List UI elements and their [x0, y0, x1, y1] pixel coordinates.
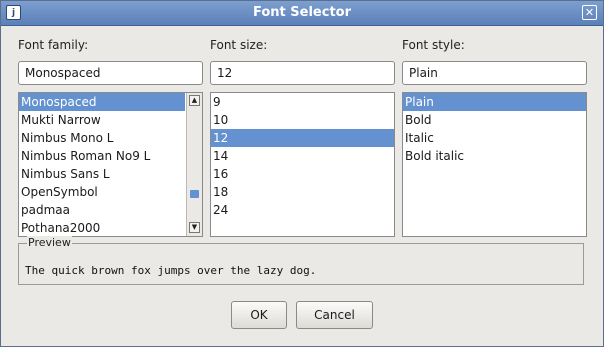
font-size-item[interactable]: 9 [211, 93, 394, 111]
scroll-thumb[interactable] [190, 190, 199, 198]
cancel-button[interactable]: Cancel [296, 301, 373, 329]
preview-text: The quick brown fox jumps over the lazy … [25, 264, 317, 277]
font-family-item[interactable]: Mukti Narrow [19, 111, 185, 129]
font-family-label: Font family: [18, 38, 89, 52]
close-icon[interactable]: ✕ [582, 5, 597, 20]
font-family-field[interactable]: Monospaced [18, 61, 203, 85]
font-family-item[interactable]: OpenSymbol [19, 183, 185, 201]
font-family-item[interactable]: Nimbus Mono L [19, 129, 185, 147]
font-style-item[interactable]: Italic [403, 129, 586, 147]
preview-legend: Preview [27, 236, 72, 249]
font-style-item[interactable]: Plain [403, 93, 586, 111]
font-family-list[interactable]: Monospaced Mukti Narrow Nimbus Mono L Nimbu… [18, 92, 203, 237]
font-size-item[interactable]: 18 [211, 183, 394, 201]
font-family-item[interactable]: Nimbus Roman No9 L [19, 147, 185, 165]
font-style-item[interactable]: Bold [403, 111, 586, 129]
window-title: Font Selector [253, 5, 351, 20]
font-size-item[interactable]: 12 [211, 129, 394, 147]
ok-button[interactable]: OK [231, 301, 287, 329]
scroll-up-icon[interactable]: ▲ [189, 95, 200, 106]
font-family-item[interactable]: Monospaced [19, 93, 185, 111]
font-family-item[interactable]: padmaa [19, 201, 185, 219]
font-size-field[interactable]: 12 [210, 61, 395, 85]
font-family-item[interactable]: Nimbus Sans L [19, 165, 185, 183]
preview-panel: Preview The quick brown fox jumps over t… [18, 236, 584, 285]
font-style-list[interactable]: Plain Bold Italic Bold italic [402, 92, 587, 237]
font-family-item[interactable]: Pothana2000 [19, 219, 185, 236]
font-size-item[interactable]: 14 [211, 147, 394, 165]
font-family-scrollbar[interactable]: ▲ ▼ [186, 93, 202, 236]
font-style-item[interactable]: Bold italic [403, 147, 586, 165]
font-size-label: Font size: [210, 38, 268, 52]
font-style-label: Font style: [402, 38, 465, 52]
font-size-item[interactable]: 24 [211, 201, 394, 219]
font-size-item[interactable]: 10 [211, 111, 394, 129]
font-style-field[interactable]: Plain [402, 61, 587, 85]
font-size-item[interactable]: 16 [211, 165, 394, 183]
font-selector-dialog: j Font Selector ✕ Font family: Font size… [0, 0, 604, 347]
title-bar[interactable]: j Font Selector ✕ [1, 1, 603, 26]
font-size-list[interactable]: 9 10 12 14 16 18 24 [210, 92, 395, 237]
scroll-down-icon[interactable]: ▼ [189, 222, 200, 233]
